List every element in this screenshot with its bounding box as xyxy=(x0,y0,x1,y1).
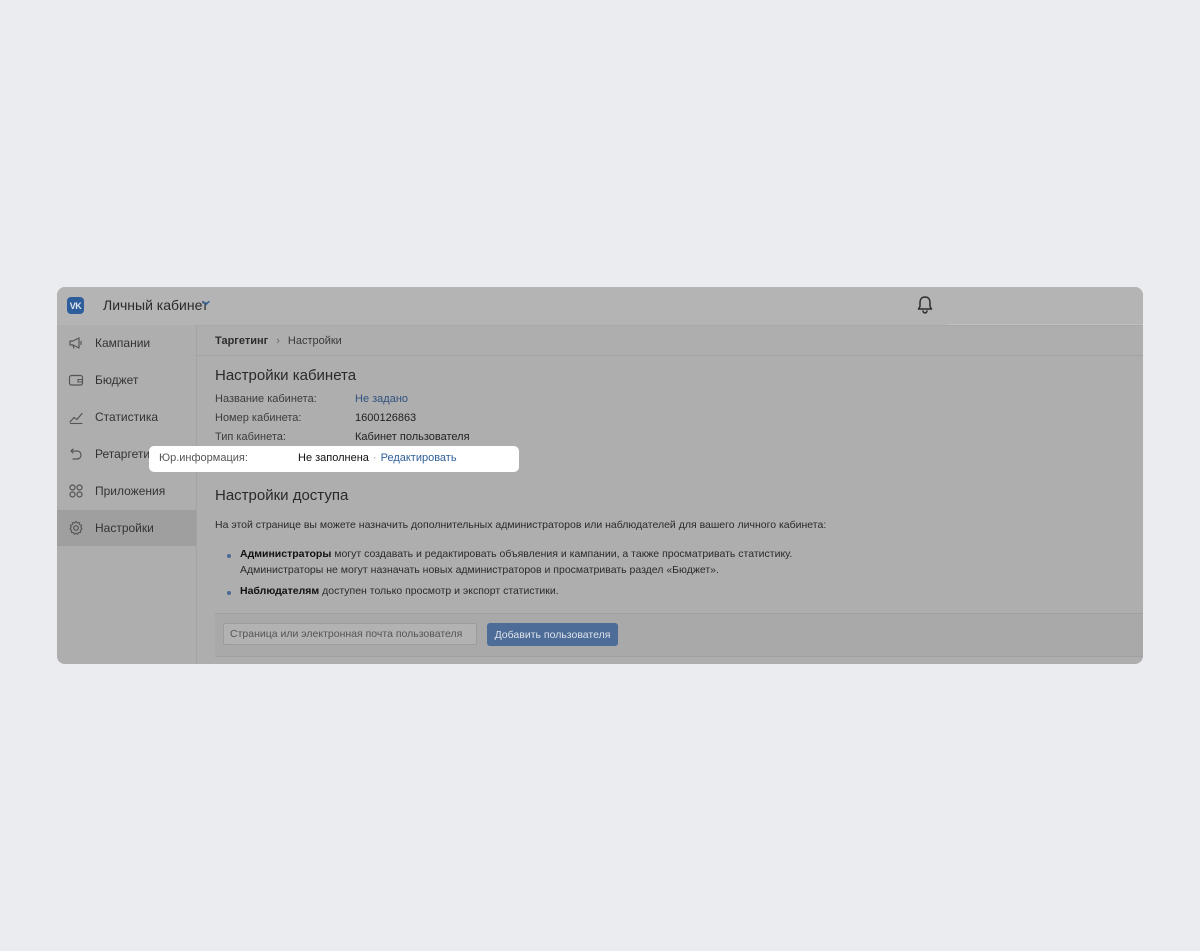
cabinet-type-label: Тип кабинета: xyxy=(215,431,286,443)
cabinet-settings-title: Настройки кабинета xyxy=(215,367,357,384)
cabinet-name-link[interactable]: Не задано xyxy=(355,393,408,405)
bullet-dot xyxy=(227,554,231,558)
sidebar-item-label: Кампании xyxy=(95,336,151,350)
admins-text-line2: Администраторы не могут назначать новых … xyxy=(240,564,719,576)
main-content: Таргетинг › Настройки Настройки кабинета… xyxy=(197,325,1143,664)
observers-bold-label: Наблюдателям xyxy=(240,585,320,597)
access-intro-text: На этой странице вы можете назначить доп… xyxy=(215,519,827,531)
breadcrumb-separator-icon: › xyxy=(276,335,280,347)
admins-description: Администраторы могут создавать и редакти… xyxy=(240,546,792,578)
sidebar-item-budget[interactable]: Бюджет xyxy=(57,362,196,398)
sidebar-item-settings[interactable]: Настройки xyxy=(57,510,196,546)
legal-info-value: Не заполнена · Редактировать xyxy=(298,452,457,464)
sidebar-item-statistics[interactable]: Статистика xyxy=(57,399,196,435)
legal-info-status: Не заполнена xyxy=(298,452,369,464)
breadcrumb-current: Настройки xyxy=(287,335,342,347)
retarget-arrow-icon xyxy=(70,448,82,460)
separator-dot: · xyxy=(372,452,377,464)
gear-icon xyxy=(69,520,83,535)
legal-info-label: Юр.информация: xyxy=(159,452,248,464)
sidebar: Кампании Бюджет Статистика Ретаргетинг П… xyxy=(57,325,197,664)
divider xyxy=(197,355,1143,356)
sidebar-item-apps[interactable]: Приложения xyxy=(57,473,196,509)
admins-bold-label: Администраторы xyxy=(240,548,332,560)
add-user-button[interactable]: Добавить пользователя xyxy=(487,623,618,646)
megaphone-icon xyxy=(69,337,82,349)
legal-info-edit-link[interactable]: Редактировать xyxy=(381,452,457,464)
chart-line-icon xyxy=(69,412,83,425)
legal-info-row-highlight: Юр.информация: Не заполнена · Редактиров… xyxy=(149,446,519,472)
sidebar-item-label: Бюджет xyxy=(95,373,139,387)
wallet-icon xyxy=(68,374,84,386)
cabinet-number-value: 1600126863 xyxy=(355,412,417,424)
sidebar-item-campaigns[interactable]: Кампании xyxy=(57,325,196,361)
sidebar-item-label: Статистика xyxy=(95,410,159,424)
breadcrumb: Таргетинг › Настройки xyxy=(215,333,342,349)
vk-logo[interactable]: VK xyxy=(67,297,84,314)
observers-text: доступен только просмотр и экспорт стати… xyxy=(319,585,559,597)
breadcrumb-root[interactable]: Таргетинг xyxy=(215,335,268,347)
sidebar-item-label: Настройки xyxy=(95,521,154,535)
user-search-input[interactable]: Страница или электронная почта пользоват… xyxy=(223,623,477,645)
bell-icon[interactable] xyxy=(916,295,934,315)
top-bar: VK Личный кабинет xyxy=(57,287,1143,326)
access-settings-title: Настройки доступа xyxy=(215,487,349,504)
bullet-dot xyxy=(227,591,231,595)
admins-text: могут создавать и редактировать объявлен… xyxy=(331,548,793,560)
sidebar-item-label: Приложения xyxy=(95,484,166,498)
cabinet-type-value: Кабинет пользователя xyxy=(355,431,470,443)
apps-grid-icon xyxy=(69,484,83,498)
observers-description: Наблюдателям доступен только просмотр и … xyxy=(240,583,559,599)
cabinet-name-label: Название кабинета: xyxy=(215,393,317,405)
chevron-down-icon[interactable] xyxy=(201,298,211,308)
add-user-panel: Страница или электронная почта пользоват… xyxy=(215,613,1143,657)
cabinet-number-label: Номер кабинета: xyxy=(215,412,302,424)
ads-cabinet-window: VK Личный кабинет Кампании Бюджет Статис… xyxy=(57,287,1143,664)
app-title[interactable]: Личный кабинет xyxy=(103,297,208,313)
